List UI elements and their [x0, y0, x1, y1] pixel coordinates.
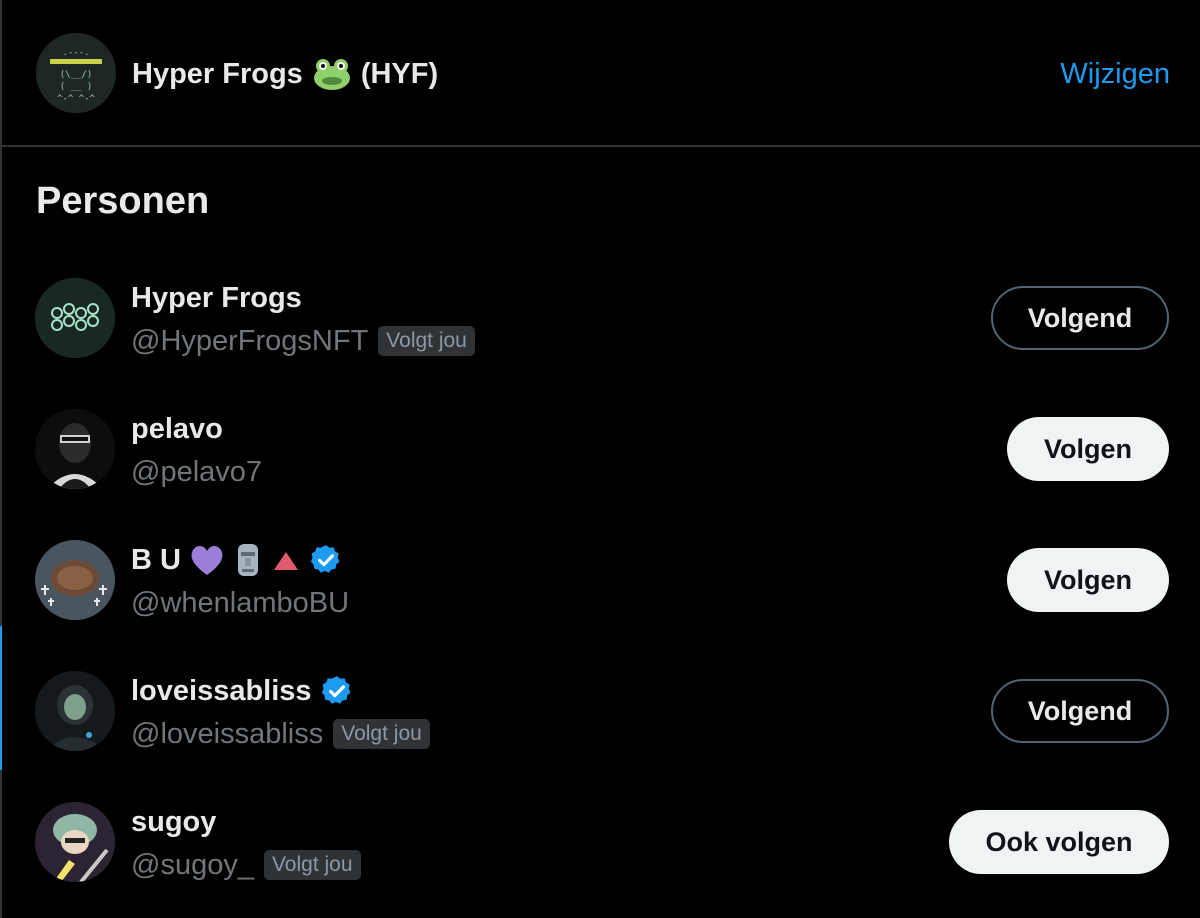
- follows-you-badge: Volgt jou: [333, 719, 430, 749]
- person-handle[interactable]: @HyperFrogsNFT: [131, 325, 368, 358]
- avatar[interactable]: [35, 409, 115, 489]
- hooded-figure-avatar-icon: [35, 671, 115, 751]
- community-ticker: (HYF): [360, 57, 439, 90]
- person-row[interactable]: sugoy @sugoy_ Volgt jou Ook volgen: [2, 802, 1200, 918]
- following-button[interactable]: Volgend: [991, 286, 1169, 350]
- follow-button[interactable]: Volgen: [1007, 417, 1169, 481]
- handle-line: @pelavo7: [131, 450, 262, 494]
- handle-line: @loveissabliss Volgt jou: [131, 712, 430, 756]
- svg-text:( __ ): ( __ ): [60, 82, 93, 92]
- purple-heart-icon: [191, 545, 223, 575]
- display-name[interactable]: loveissabliss: [131, 675, 312, 708]
- moai-icon: [237, 544, 258, 576]
- follow-button[interactable]: Volgen: [1007, 548, 1169, 612]
- red-triangle-icon: [273, 552, 298, 570]
- person-name[interactable]: Hyper Frogs: [131, 278, 302, 318]
- frog-pattern-avatar-icon: [35, 278, 115, 358]
- community-title: Hyper Frogs (HYF): [132, 50, 438, 98]
- person-name[interactable]: B U: [131, 540, 343, 580]
- page: .---. (\__/) ( __ ) ^-^ ^-^ Hyper Frogs …: [0, 0, 1200, 918]
- display-name[interactable]: pelavo: [131, 413, 223, 446]
- display-name[interactable]: B U: [131, 544, 181, 577]
- avatar[interactable]: [35, 540, 115, 620]
- following-button[interactable]: Volgend: [991, 679, 1169, 743]
- masked-person-avatar-icon: [35, 409, 115, 489]
- handle-line: @whenlamboBU: [131, 581, 349, 625]
- display-name[interactable]: sugoy: [131, 806, 216, 839]
- ascii-frog-icon: .---. (\__/) ( __ ) ^-^ ^-^: [36, 33, 116, 113]
- community-name: Hyper Frogs: [132, 57, 303, 90]
- avatar[interactable]: [35, 278, 115, 358]
- section-title: Personen: [36, 180, 210, 222]
- display-name[interactable]: Hyper Frogs: [131, 282, 302, 315]
- person-handle[interactable]: @pelavo7: [131, 456, 262, 489]
- follow-back-button[interactable]: Ook volgen: [949, 810, 1169, 874]
- follows-you-badge: Volgt jou: [263, 850, 361, 880]
- community-avatar[interactable]: .---. (\__/) ( __ ) ^-^ ^-^: [36, 33, 116, 113]
- svg-text:^-^ ^-^: ^-^ ^-^: [57, 94, 96, 104]
- cross-graveyard-avatar-icon: [35, 540, 115, 620]
- community-header: .---. (\__/) ( __ ) ^-^ ^-^ Hyper Frogs …: [2, 0, 1200, 147]
- follows-you-badge: Volgt jou: [378, 326, 475, 356]
- handle-line: @sugoy_ Volgt jou: [131, 843, 361, 887]
- person-name[interactable]: pelavo: [131, 409, 223, 449]
- frog-icon: [313, 59, 350, 90]
- verified-badge-icon[interactable]: [320, 674, 354, 708]
- person-handle[interactable]: @whenlamboBU: [131, 587, 349, 620]
- avatar[interactable]: [35, 802, 115, 882]
- person-row[interactable]: Hyper Frogs @HyperFrogsNFT Volgt jou Vol…: [2, 278, 1200, 410]
- person-name[interactable]: sugoy: [131, 802, 216, 842]
- svg-text:.---.: .---.: [62, 48, 89, 58]
- verified-badge-icon[interactable]: [309, 543, 343, 577]
- person-handle[interactable]: @sugoy_: [131, 849, 254, 882]
- edit-button[interactable]: Wijzigen: [1060, 50, 1170, 98]
- avatar[interactable]: [35, 671, 115, 751]
- person-row[interactable]: pelavo @pelavo7 Volgen: [2, 409, 1200, 541]
- person-name[interactable]: loveissabliss: [131, 671, 354, 711]
- person-handle[interactable]: @loveissabliss: [131, 718, 323, 751]
- svg-text:(\__/): (\__/): [60, 70, 93, 80]
- handle-line: @HyperFrogsNFT Volgt jou: [131, 319, 475, 363]
- person-row[interactable]: loveissabliss @loveissabliss Volgt jou V…: [2, 671, 1200, 803]
- anime-character-avatar-icon: [35, 802, 115, 882]
- person-row[interactable]: B U @whenlamboBU Volgen: [2, 540, 1200, 672]
